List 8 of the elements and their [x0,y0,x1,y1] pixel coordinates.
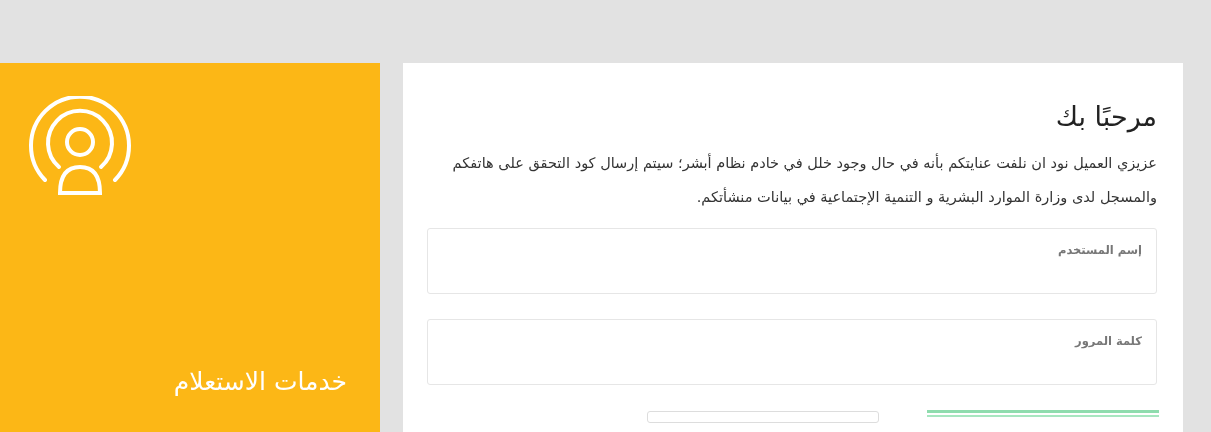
field-label: إسم المستخدم [1058,243,1142,257]
panel-title: خدمات الاستعلام [172,367,347,396]
card-heading: مرحبًا بك [1055,101,1157,132]
input-field[interactable]: إسم المستخدم [427,228,1157,294]
input-field[interactable] [647,411,879,423]
notice-text: عزيزي العميل نود ان نلفت عنايتكم بأنه في حال وجود خلل في خادم نظام أبشر؛ سيتم إرسال كود التحقق على هاتفكم والمسجل لدى وزارة الموارد البشرية و التنمية الإجتماعية في بيانات منشأتكم. [451,152,1157,208]
input-field[interactable]: كلمة المرور [427,319,1157,385]
field-label: كلمة المرور [1075,334,1142,348]
